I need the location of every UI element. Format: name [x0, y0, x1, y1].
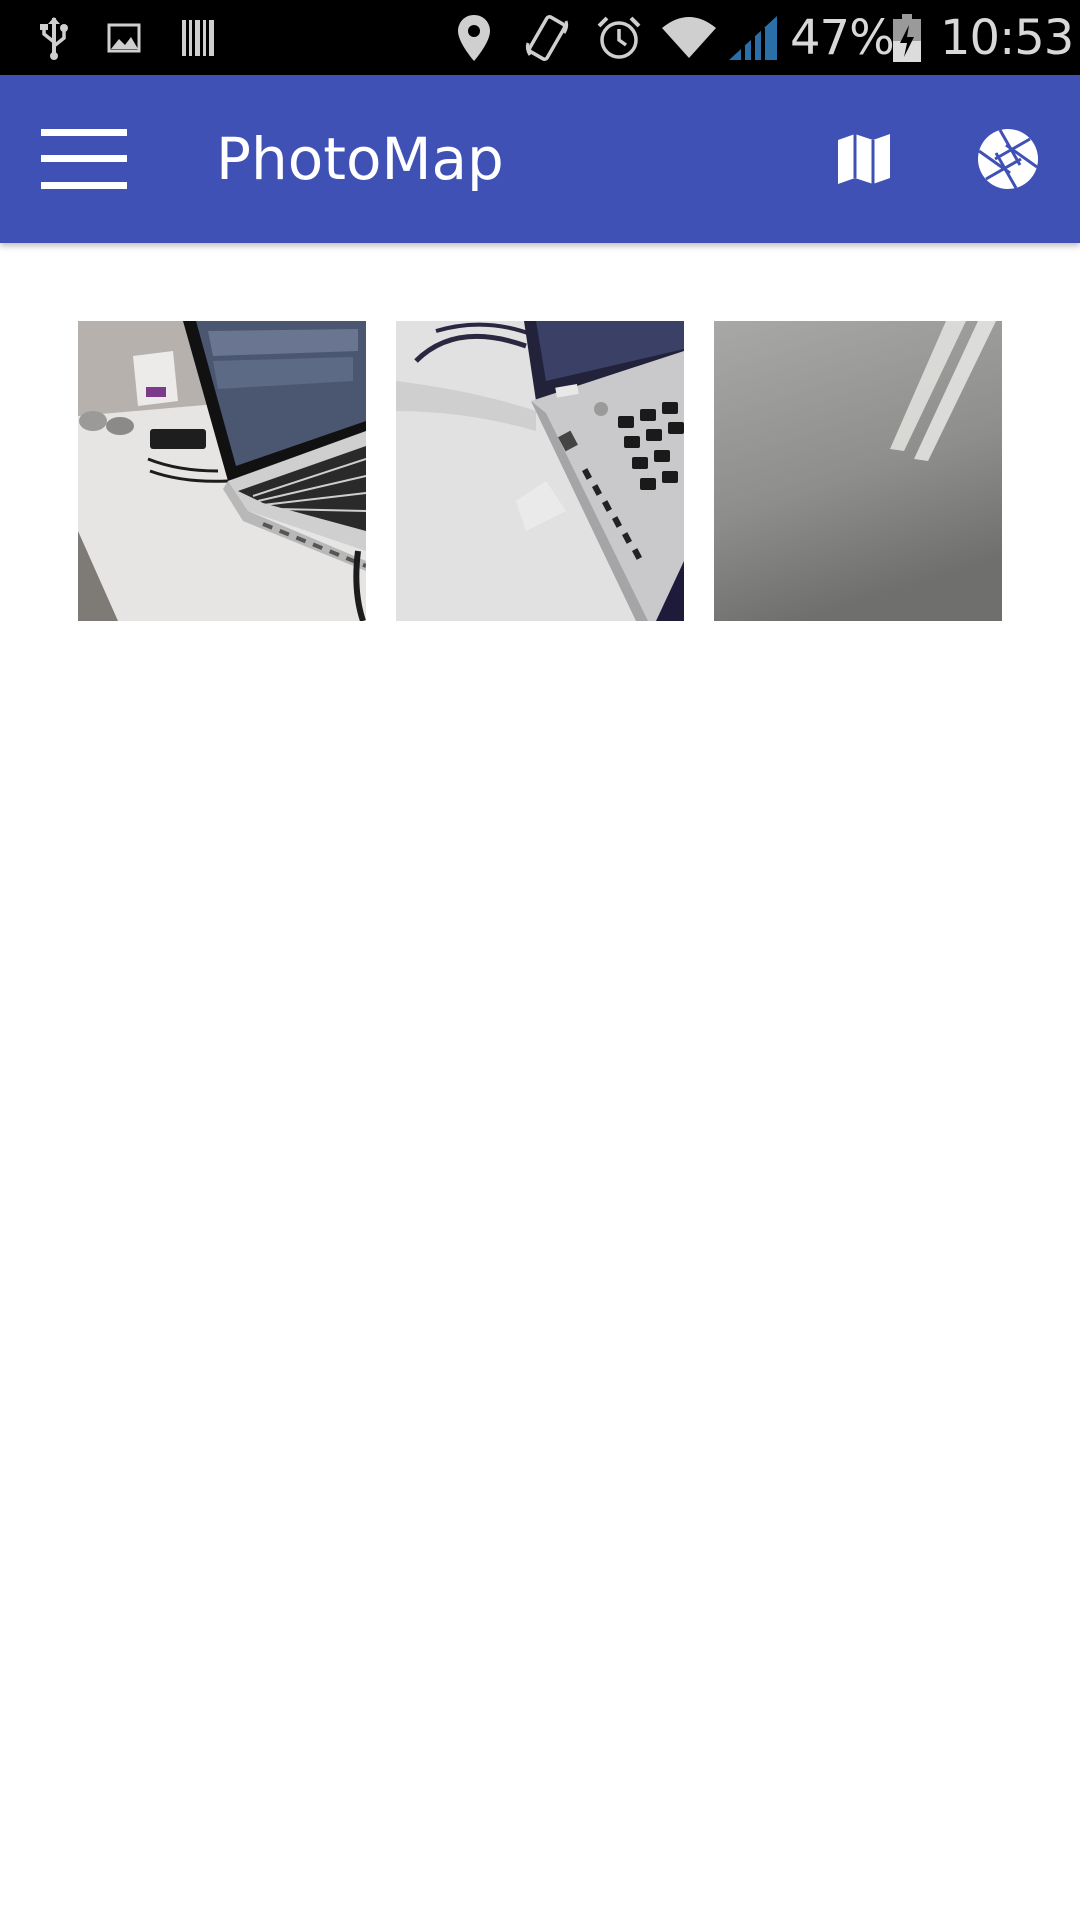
app-bar: PhotoMap [0, 75, 1080, 243]
battery-percentage: 47% [790, 10, 895, 66]
wifi-icon [660, 0, 718, 75]
alarm-icon [594, 0, 644, 75]
camera-aperture-icon[interactable] [950, 75, 1066, 243]
hamburger-menu-icon[interactable] [24, 75, 144, 243]
barcode-icon [180, 0, 216, 75]
clock-time: 10:53 [940, 10, 1074, 66]
photo-thumbnail-2[interactable] [396, 321, 684, 621]
signal-icon [726, 0, 780, 75]
photo-thumbnail-1[interactable] [78, 321, 366, 621]
battery-icon [890, 0, 924, 75]
photo-thumbnail-3[interactable] [714, 321, 1002, 621]
image-icon [106, 0, 142, 75]
location-icon [454, 0, 494, 75]
vibrate-icon [522, 0, 572, 75]
usb-icon [36, 0, 72, 75]
photo-grid [78, 321, 1002, 621]
app-title: PhotoMap [216, 125, 504, 193]
map-icon[interactable] [808, 75, 920, 243]
status-bar: 47% 10:53 [0, 0, 1080, 75]
